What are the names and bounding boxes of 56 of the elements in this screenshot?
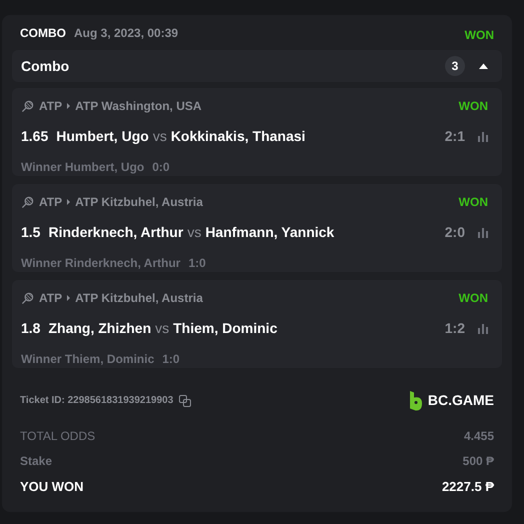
market-selection: Winner Rinderknech, Arthur (21, 255, 180, 272)
event-status: WON (458, 290, 489, 307)
brand-name: BC.GAME (428, 391, 494, 410)
total-value: 2227.5 ₱ (442, 478, 494, 496)
event-status: WON (458, 98, 489, 115)
ticket-id: Ticket ID: 2298561831939219903 (20, 394, 174, 408)
stats-icon[interactable] (477, 227, 489, 238)
bet-date: Aug 3, 2023, 00:39 (74, 24, 178, 42)
stats-icon[interactable] (477, 131, 489, 142)
match-score: 2:1 (444, 127, 465, 146)
total-label: Stake (20, 453, 52, 470)
odds: 1.5 (21, 223, 40, 242)
sport-name: ATP (39, 194, 62, 211)
odds: 1.8 (21, 319, 40, 338)
league-name: ATP Washington, USA (75, 98, 202, 115)
home-player: Rinderknech, Arthur (48, 223, 184, 242)
sport-name: ATP (39, 290, 62, 307)
copy-icon[interactable] (179, 394, 192, 406)
caret-icon[interactable] (479, 63, 488, 69)
event-status: WON (458, 194, 489, 211)
odds: 1.65 (21, 127, 48, 146)
match-score: 2:0 (444, 223, 465, 242)
selection-count: 3 (445, 56, 465, 76)
market-selection: Winner Thiem, Dominic (21, 351, 154, 368)
away-player: Hanfmann, Yannick (205, 223, 334, 242)
tennis-racket-icon (21, 100, 34, 112)
versus-label: vs (152, 127, 167, 146)
sport-name: ATP (39, 98, 62, 115)
bet-type: COMBO (20, 24, 66, 42)
league-name: ATP Kitzbuhel, Austria (75, 290, 203, 307)
bet-status: WON (464, 26, 494, 44)
tennis-racket-icon (21, 196, 34, 208)
versus-label: vs (155, 319, 170, 338)
total-value: 500 ₱ (462, 453, 494, 470)
market-score: 0:0 (152, 159, 170, 176)
total-label: YOU WON (20, 478, 84, 496)
chevron-right-icon (67, 199, 70, 205)
stats-icon[interactable] (477, 323, 489, 334)
brand-logo-icon (408, 390, 423, 410)
versus-label: vs (187, 223, 202, 242)
market-score: 1:0 (188, 255, 206, 272)
match-score: 1:2 (444, 319, 465, 338)
home-player: Zhang, Zhizhen (48, 319, 152, 338)
combo-title: Combo (21, 56, 70, 76)
league-name: ATP Kitzbuhel, Austria (75, 194, 203, 211)
home-player: Humbert, Ugo (56, 127, 149, 146)
tennis-racket-icon (21, 292, 34, 304)
combo-bar[interactable]: Combo 3 (12, 50, 502, 82)
away-player: Thiem, Dominic (173, 319, 278, 338)
market-selection: Winner Humbert, Ugo (21, 159, 144, 176)
chevron-right-icon (67, 295, 70, 301)
market-score: 1:0 (162, 351, 180, 368)
total-value: 4.455 (464, 428, 494, 445)
chevron-right-icon (67, 103, 70, 109)
away-player: Kokkinakis, Thanasi (170, 127, 306, 146)
total-label: TOTAL ODDS (20, 428, 96, 445)
